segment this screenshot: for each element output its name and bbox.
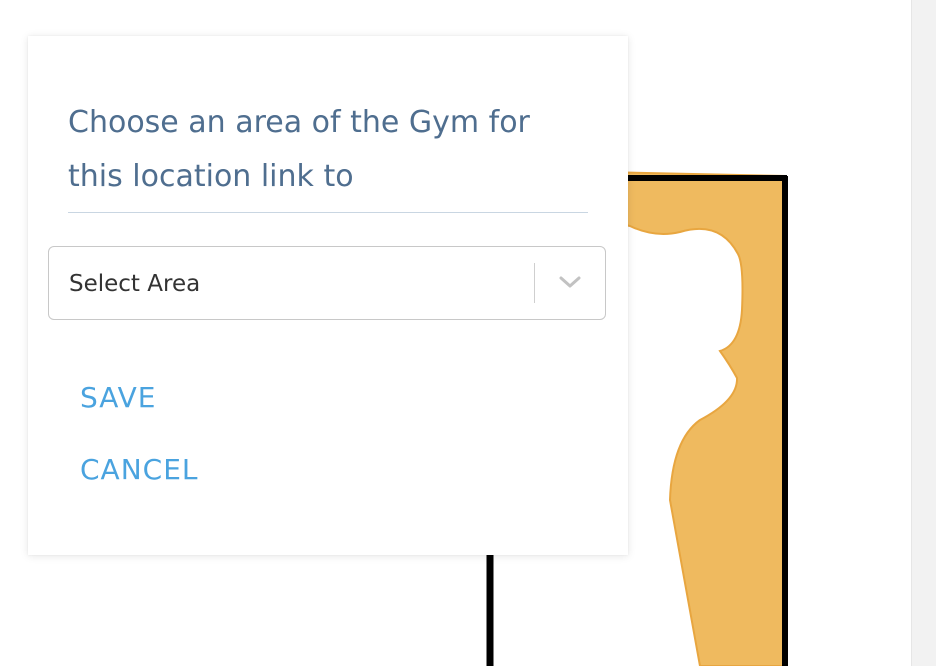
dialog-title: Choose an area of the Gym for this locat… xyxy=(68,96,588,213)
chevron-down-icon[interactable] xyxy=(558,273,582,291)
app-screen: Choose an area of the Gym for this locat… xyxy=(0,0,936,666)
link-area-dialog: Choose an area of the Gym for this locat… xyxy=(28,36,628,555)
area-select-value: Select Area xyxy=(69,271,201,297)
page-scrollbar[interactable] xyxy=(911,0,936,666)
save-button[interactable]: SAVE xyxy=(80,381,157,414)
dialog-title-line1: Choose an area of the Gym for xyxy=(68,105,530,140)
cancel-button[interactable]: CANCEL xyxy=(80,453,199,486)
area-select[interactable]: Select Area xyxy=(48,246,606,320)
dialog-title-line2: this location link to xyxy=(68,159,354,194)
select-divider xyxy=(534,263,535,303)
